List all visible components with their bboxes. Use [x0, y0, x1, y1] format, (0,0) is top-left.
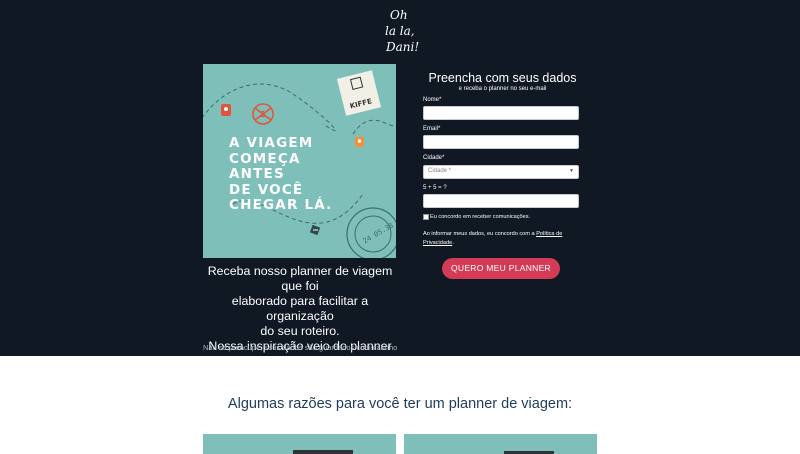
card-decoration [293, 450, 353, 454]
pitch-line: pessoal da Dani <3. [245, 354, 355, 368]
postmark-icon: 24 05.38 [346, 207, 396, 258]
cover-headline: A VIAGEM COMEÇA ANTES DE VOCÊ CHEGAR LÁ. [229, 135, 333, 214]
captcha-label: 5 + 5 = ? [423, 185, 447, 191]
privacy-end: . [452, 239, 454, 246]
city-select-value: Cidade * [428, 168, 452, 174]
chevron-down-icon: ▼ [569, 168, 574, 174]
route-badge: 2 [252, 103, 274, 125]
privacy-reassurance-note: Não se preocupe, seus dados são guardado… [203, 343, 398, 352]
pitch-line: Receba nosso planner de viagem que foi [207, 264, 393, 293]
logo-line-3: Dani! [385, 40, 419, 54]
pitch-text: Receba nosso planner de viagem que foi e… [200, 264, 400, 369]
map-pin-orange-icon [355, 137, 364, 147]
cover-headline-line: COMEÇA [229, 150, 301, 167]
reasons-heading: Algumas razões para você ter um planner … [227, 396, 573, 412]
cover-headline-line: DE VOCÊ [229, 181, 304, 198]
cover-headline-line: A VIAGEM [229, 135, 314, 151]
privacy-notice: Ao informar meus dados, eu concordo com … [423, 230, 583, 247]
cover-headline-line: CHEGAR LÁ. [229, 197, 333, 213]
badge-number: 2 [260, 110, 266, 119]
submit-button[interactable]: QUERO MEU PLANNER [442, 258, 560, 279]
form-subtitle: e receba o planner no seu e-mail [458, 86, 547, 92]
brand-logo[interactable]: Oh la la, Dani! [364, 4, 436, 58]
plane-icon [309, 224, 321, 236]
planner-cover-image: 2 KIFFE 24 05.38 A VIAGEM COMEÇA ANTES D… [203, 64, 396, 258]
captcha-input[interactable] [423, 194, 579, 208]
name-input[interactable] [423, 106, 579, 120]
form-title: Preencha com seus dados [428, 71, 577, 85]
map-pin-icon [221, 104, 231, 116]
logo-line-2: la la, [385, 24, 415, 38]
cover-headline-line: ANTES [229, 166, 285, 182]
logo-line-1: Oh [390, 8, 408, 22]
pitch-line: do seu roteiro. [260, 324, 340, 338]
consent-label: Eu concordo em receber comunicações. [430, 214, 531, 220]
reason-card-image [203, 434, 396, 454]
email-label: Email* [423, 126, 441, 132]
stamp-icon: KIFFE [336, 70, 382, 116]
name-label: Nome* [423, 97, 442, 103]
email-input[interactable] [423, 135, 579, 149]
pitch-line: elaborado para facilitar a organização [231, 294, 369, 323]
city-select[interactable]: Cidade * ▼ [423, 165, 579, 179]
reason-card-image [404, 434, 597, 454]
city-label: Cidade* [423, 155, 445, 161]
hero-section: Oh la la, Dani! 2 KIFFE 24 05.38 A VIAGE… [0, 0, 800, 368]
privacy-text: Ao informar meus dados, eu concordo com … [423, 231, 537, 237]
consent-checkbox[interactable] [423, 214, 429, 220]
